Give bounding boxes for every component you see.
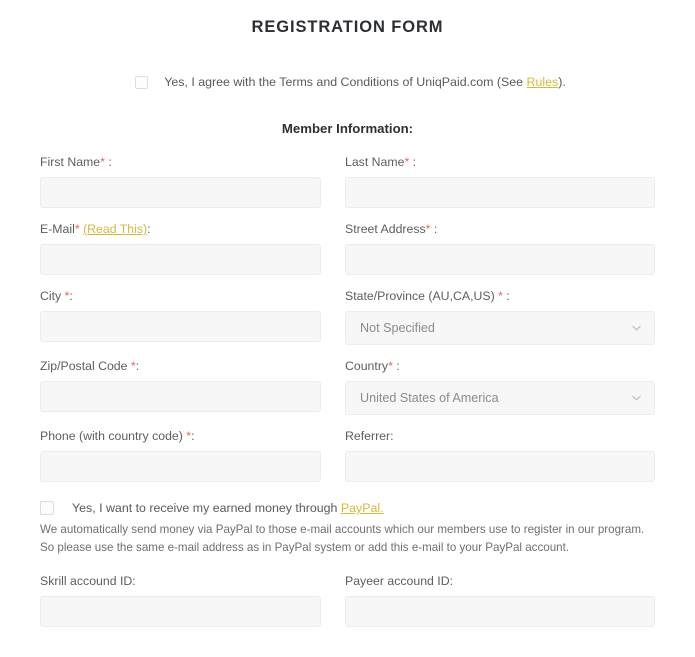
field-first-name: First Name* : [40, 155, 321, 208]
street-address-input[interactable] [345, 244, 655, 275]
email-input[interactable] [40, 244, 321, 275]
field-skrill: Skrill accound ID: [40, 574, 321, 627]
city-label: City *: [40, 289, 321, 303]
phone-label: Phone (with country code) *: [40, 429, 321, 443]
terms-text: Yes, I agree with the Terms and Conditio… [164, 74, 566, 91]
email-label-suffix: : [147, 222, 151, 236]
zip-postal-code-label-suffix: : [135, 359, 140, 373]
referrer-label: Referrer: [345, 429, 394, 443]
phone-input[interactable] [40, 451, 321, 482]
first-name-label-suffix: : [104, 155, 112, 169]
last-name-label-text: Last Name [345, 155, 405, 169]
terms-text-before: Yes, I agree with the Terms and Conditio… [164, 75, 527, 89]
paypal-checkbox[interactable] [40, 501, 54, 515]
page-title: REGISTRATION FORM [251, 18, 444, 36]
phone-label-suffix: : [191, 429, 195, 443]
city-label-text: City [40, 289, 62, 303]
paypal-text-before: Yes, I want to receive my earned money t… [72, 501, 341, 515]
state-province-label: State/Province (AU,CA,US) * : [345, 289, 655, 303]
first-name-label: First Name* : [40, 155, 321, 169]
state-province-label-text: State/Province (AU,CA,US) [345, 289, 495, 303]
paypal-note-line-1: We automatically send money via PayPal t… [40, 523, 645, 536]
field-country: Country* : United States of America [345, 359, 655, 415]
country-label: Country* : [345, 359, 655, 373]
zip-postal-code-label: Zip/Postal Code *: [40, 359, 321, 373]
city-label-suffix: : [69, 289, 73, 303]
paypal-optin-text: Yes, I want to receive my earned money t… [72, 500, 384, 516]
paypal-optin-row: Yes, I want to receive my earned money t… [40, 500, 655, 516]
terms-checkbox[interactable] [135, 76, 149, 89]
field-state-province: State/Province (AU,CA,US) * : Not Specif… [345, 289, 655, 345]
first-name-input[interactable] [40, 177, 321, 208]
field-zip-postal-code: Zip/Postal Code *: [40, 359, 321, 415]
skrill-input[interactable] [40, 596, 321, 627]
paypal-optin-block: Yes, I want to receive my earned money t… [0, 500, 695, 556]
skrill-label: Skrill accound ID: [40, 574, 136, 588]
terms-text-after: ). [558, 75, 566, 89]
zip-postal-code-input[interactable] [40, 381, 321, 412]
field-phone: Phone (with country code) *: [40, 429, 321, 482]
last-name-label-suffix: : [409, 155, 417, 169]
paypal-note-line-2: So please use the same e-mail address as… [40, 540, 570, 554]
field-payeer: Payeer accound ID: [345, 574, 655, 627]
read-this-link[interactable]: (Read This) [83, 222, 147, 236]
last-name-input[interactable] [345, 177, 655, 208]
state-province-select[interactable]: Not Specified [345, 311, 655, 345]
member-information-fields: First Name* : Last Name* : E-Mail* (Read… [0, 155, 695, 496]
field-referrer: Referrer: [345, 429, 655, 482]
street-address-label-text: Street Address [345, 222, 426, 236]
registration-form-page: REGISTRATION FORM Yes, I agree with the … [0, 0, 695, 657]
field-city: City *: [40, 289, 321, 345]
referrer-input[interactable] [345, 451, 655, 482]
field-street-address: Street Address* : [345, 222, 655, 275]
city-input[interactable] [40, 311, 321, 342]
street-address-label-suffix: : [430, 222, 438, 236]
email-label-text: E-Mail [40, 222, 75, 236]
field-email: E-Mail* (Read This): [40, 222, 321, 275]
payeer-label: Payeer accound ID: [345, 574, 454, 588]
state-province-selected-value: Not Specified [345, 311, 655, 345]
alternate-payment-fields: Skrill accound ID: Payeer accound ID: [0, 574, 695, 641]
required-marker: * [74, 222, 80, 236]
paypal-note: We automatically send money via PayPal t… [40, 521, 655, 556]
country-label-text: Country [345, 359, 389, 373]
street-address-label: Street Address* : [345, 222, 655, 236]
country-selected-value: United States of America [345, 381, 655, 415]
member-information-heading: Member Information: [281, 121, 414, 136]
state-province-label-suffix: : [502, 289, 510, 303]
country-label-suffix: : [392, 359, 400, 373]
last-name-label: Last Name* : [345, 155, 655, 169]
terms-agreement-row: Yes, I agree with the Terms and Conditio… [0, 74, 695, 91]
field-last-name: Last Name* : [345, 155, 655, 208]
zip-postal-code-label-text: Zip/Postal Code [40, 359, 128, 373]
email-label: E-Mail* (Read This): [40, 222, 321, 236]
payeer-input[interactable] [345, 596, 655, 627]
phone-label-text: Phone (with country code) [40, 429, 183, 443]
paypal-link[interactable]: PayPal. [341, 501, 384, 515]
first-name-label-text: First Name [40, 155, 101, 169]
rules-link[interactable]: Rules [527, 75, 559, 89]
country-select[interactable]: United States of America [345, 381, 655, 415]
